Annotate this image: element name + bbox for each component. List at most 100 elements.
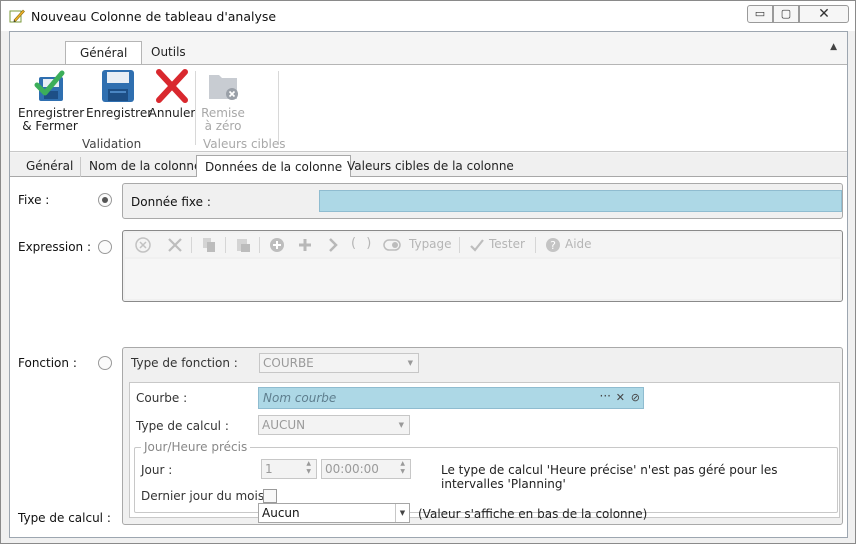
stepper-arrows-icon[interactable]: ▲ ▼	[400, 460, 405, 476]
aide-button[interactable]: Aide	[565, 237, 592, 251]
tab-general[interactable]: Général	[18, 157, 81, 177]
type-calcul-inner-value: AUCUN	[262, 418, 306, 432]
tab-valeurs-cibles[interactable]: Valeurs cibles de la colonne	[339, 157, 522, 177]
fonction-panel: Type de fonction : COURBE ▼ Courbe : Nom…	[122, 347, 843, 525]
dialog-window: Nouveau Colonne de tableau d'analyse ▭ ▢…	[0, 0, 856, 544]
parentheses-icon[interactable]: ( )	[351, 236, 374, 251]
close-button[interactable]: ✕	[799, 5, 849, 23]
ribbon-group-separator-2	[278, 71, 279, 145]
jour-value: 1	[265, 462, 273, 476]
chevron-down-icon: ▼	[407, 359, 413, 367]
type-fonction-value: COURBE	[263, 356, 314, 370]
fonction-radio[interactable]	[98, 356, 112, 370]
copy-icon[interactable]	[201, 237, 217, 253]
toolbar-separator	[259, 237, 260, 253]
dernier-jour-label: Dernier jour du mois :	[141, 489, 272, 503]
svg-text:?: ?	[550, 239, 556, 252]
ribbon-tab-general[interactable]: Général	[65, 41, 143, 65]
group-label-validation: Validation	[82, 137, 142, 151]
type-calcul-inner-label: Type de calcul :	[136, 419, 229, 433]
tab-content: Fixe : Donnée fixe : Expression : () Ty…	[10, 177, 847, 537]
ribbon-collapse-icon[interactable]: ▲	[830, 42, 837, 52]
courbe-box: Courbe : Nom courbe ··· ✕ ⊘ Type de calc…	[129, 382, 840, 518]
app-pencil-icon	[9, 9, 25, 23]
paste-icon[interactable]	[235, 237, 251, 253]
expression-radio[interactable]	[98, 240, 112, 254]
jour-heure-legend: Jour/Heure précis	[141, 440, 251, 454]
jour-stepper[interactable]: 1 ▲ ▼	[261, 459, 317, 479]
save-icon	[102, 70, 134, 102]
toolbar-separator	[225, 237, 226, 253]
expression-panel: ( ) Typage Tester ? Aide	[122, 230, 843, 302]
courbe-placeholder: Nom courbe	[263, 391, 337, 405]
minimize-icon: ▭	[754, 7, 766, 20]
dernier-jour-checkbox[interactable]	[263, 489, 277, 503]
save-and-close-button[interactable]: Enregistrer & Fermer	[18, 69, 85, 133]
save-and-close-label-2: & Fermer	[22, 119, 78, 133]
maximize-button[interactable]: ▢	[773, 5, 799, 23]
heure-value: 00:00:00	[325, 462, 379, 476]
minimize-button[interactable]: ▭	[747, 5, 773, 23]
save-and-close-label-1: Enregistrer	[18, 106, 85, 120]
check-icon	[470, 239, 484, 252]
ribbon-tab-outils[interactable]: Outils	[137, 41, 200, 65]
cancel-button[interactable]: Annuler	[148, 69, 196, 120]
add-circle-icon[interactable]	[269, 237, 285, 253]
donnee-fixe-input[interactable]	[319, 190, 842, 212]
toolbar-separator	[191, 237, 192, 253]
expression-label: Expression :	[18, 240, 91, 254]
expression-editor[interactable]	[125, 259, 840, 299]
section-tab-bar: Général Nom de la colonne Données de la …	[10, 153, 847, 178]
courbe-label: Courbe :	[136, 391, 188, 405]
title-bar: Nouveau Colonne de tableau d'analyse ▭ ▢…	[1, 1, 855, 31]
heure-stepper[interactable]: 00:00:00 ▲ ▼	[321, 459, 411, 479]
type-calcul-select[interactable]: Aucun ▼	[258, 503, 410, 523]
help-icon: ?	[546, 238, 560, 252]
tab-donnees-colonne[interactable]: Données de la colonne	[196, 155, 352, 178]
ellipsis-icon[interactable]: ···	[600, 389, 611, 403]
fixe-radio[interactable]	[98, 193, 112, 207]
save-label: Enregistrer	[86, 106, 153, 120]
chevron-right-icon[interactable]	[325, 237, 341, 253]
reset-label-2: à zéro	[204, 119, 242, 133]
refresh-icon[interactable]: ⊘	[631, 391, 640, 404]
ribbon-body: Enregistrer & Fermer Enregistrer Annuler	[10, 64, 847, 152]
typage-button[interactable]: Typage	[409, 237, 452, 251]
toggle-icon[interactable]	[383, 239, 401, 251]
group-label-valeurs-cibles: Valeurs cibles	[203, 137, 286, 151]
fonction-label: Fonction :	[18, 356, 77, 370]
cancel-icon	[156, 69, 188, 103]
type-calcul-label: Type de calcul :	[18, 511, 111, 525]
save-button[interactable]: Enregistrer	[86, 69, 153, 120]
type-calcul-value: Aucun	[262, 506, 300, 520]
chevron-down-icon: ▼	[395, 504, 409, 522]
toolbar-separator	[459, 237, 460, 253]
jour-heure-fieldset: Jour/Heure précis Jour : 1 ▲ ▼ 00:00:00 ▲…	[134, 440, 838, 513]
stepper-arrows-icon[interactable]: ▲ ▼	[306, 460, 311, 476]
reset-button: Remise à zéro	[200, 69, 246, 133]
type-calcul-hint: (Valeur s'affiche en bas de la colonne)	[418, 507, 648, 521]
clear-icon[interactable]	[135, 237, 151, 253]
jour-label: Jour :	[141, 463, 173, 477]
heure-precise-note: Le type de calcul 'Heure précise' n'est …	[441, 463, 778, 491]
close-icon: ✕	[818, 6, 830, 22]
courbe-input[interactable]: Nom courbe ··· ✕ ⊘	[258, 387, 644, 409]
folder-reset-icon	[209, 75, 238, 100]
toolbar-separator	[535, 237, 536, 253]
window-title: Nouveau Colonne de tableau d'analyse	[31, 9, 277, 24]
expression-toolbar: ( ) Typage Tester ? Aide	[125, 233, 840, 257]
clear-courbe-icon[interactable]: ✕	[616, 391, 625, 404]
type-calcul-inner-select[interactable]: AUCUN ▼	[258, 415, 410, 435]
tab-nom-colonne[interactable]: Nom de la colonne	[80, 157, 209, 177]
delete-icon[interactable]	[167, 237, 183, 253]
plus-icon[interactable]	[297, 237, 313, 253]
dialog-frame: Général Outils ▲ Enregistrer & Fermer En…	[9, 31, 848, 538]
tester-button[interactable]: Tester	[489, 237, 525, 251]
ribbon-group-separator	[195, 71, 196, 145]
cancel-label: Annuler	[148, 106, 196, 120]
reset-label-1: Remise	[201, 106, 245, 120]
type-fonction-select[interactable]: COURBE ▼	[259, 353, 419, 373]
fixe-label: Fixe :	[18, 193, 50, 207]
ribbon-tab-bar: Général Outils ▲	[10, 32, 847, 65]
save-close-icon	[34, 70, 65, 101]
